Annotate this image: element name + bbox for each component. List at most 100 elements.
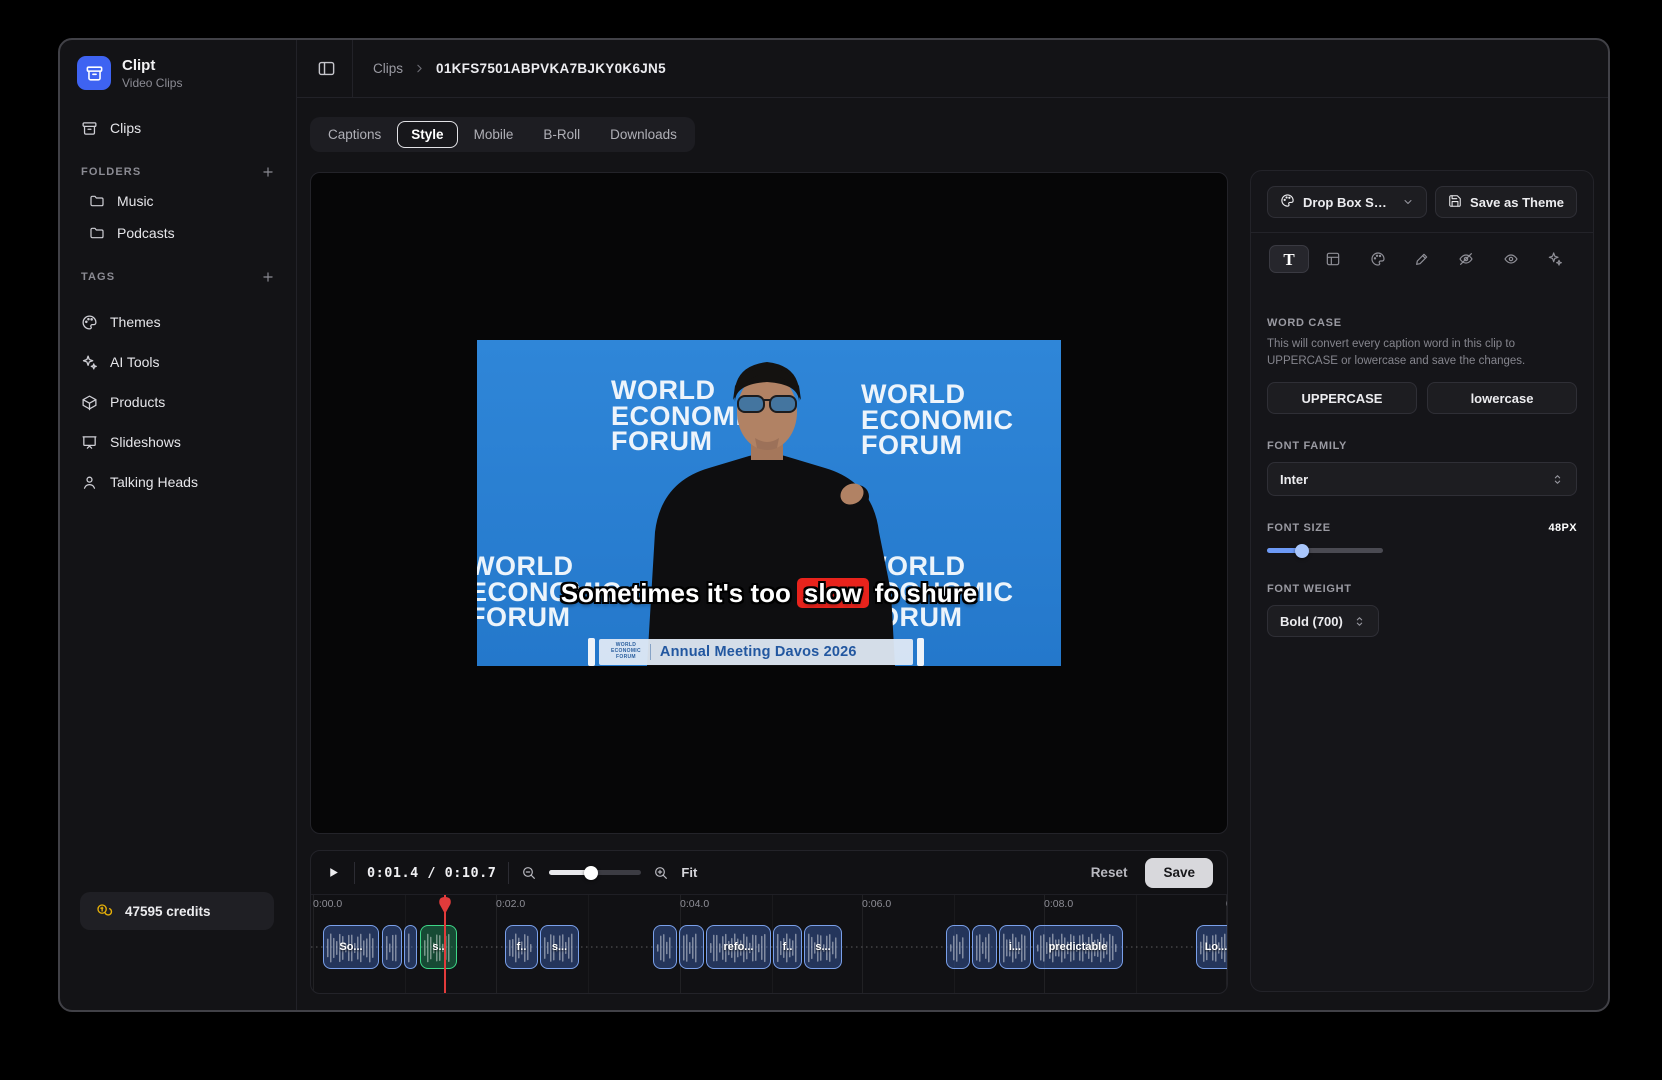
credits-pill[interactable]: 47595 credits — [80, 892, 274, 930]
sidebar-item-ai-tools[interactable]: AI Tools — [74, 342, 282, 382]
sidebar-item-clips[interactable]: Clips — [74, 112, 282, 144]
ruler-label: 0:02.0 — [496, 898, 525, 910]
sidebar-item-products[interactable]: Products — [74, 382, 282, 422]
timeline-word-clip[interactable] — [653, 925, 677, 969]
ruler-label: 0:04.0 — [680, 898, 709, 910]
timeline-word-clip[interactable] — [972, 925, 997, 969]
text-tool-icon: T — [1283, 251, 1294, 268]
text-tool-tab[interactable]: T — [1269, 245, 1309, 273]
folders-title: FOLDERS — [81, 166, 141, 178]
add-tag-button[interactable] — [261, 270, 275, 284]
sparkles-icon — [1547, 251, 1563, 267]
theme-select-dropdown[interactable]: Drop Box Shad... — [1267, 186, 1427, 218]
timeline-word-clip[interactable] — [382, 925, 402, 969]
reset-button[interactable]: Reset — [1091, 865, 1128, 880]
timeline-word-clip[interactable]: i... — [999, 925, 1031, 969]
sidebar-item-folder-music[interactable]: Music — [74, 185, 282, 217]
video-preview[interactable]: WORLDECONOMICFORUM WORLDECONOMICFORUM WO… — [310, 172, 1228, 834]
font-weight-select[interactable]: Bold (700) — [1267, 605, 1379, 637]
save-as-theme-button[interactable]: Save as Theme — [1435, 186, 1577, 218]
word-case-description: This will convert every caption word in … — [1267, 336, 1577, 369]
caption-highlighted-word: slow — [797, 578, 869, 608]
zoom-in-icon[interactable] — [653, 865, 669, 881]
ruler-label: 0:10.0 — [1226, 898, 1227, 910]
sidebar-item-label: Clips — [110, 120, 141, 136]
timeline-lane[interactable]: 0:00.00:02.00:04.00:06.00:08.00:10.0So..… — [311, 895, 1227, 994]
breadcrumb-clips-link[interactable]: Clips — [373, 61, 403, 76]
effects-tool-tab[interactable] — [1535, 245, 1575, 273]
timeline-word-clip[interactable] — [946, 925, 970, 969]
timeline-panel: 0:01.4 / 0:10.7 Fit Reset Save — [310, 850, 1228, 994]
palette-tool-tab[interactable] — [1358, 245, 1398, 273]
sidebar-item-label: Themes — [110, 314, 161, 330]
uppercase-button[interactable]: UPPERCASE — [1267, 382, 1417, 414]
timeline-word-clip[interactable]: s.. — [420, 925, 457, 969]
tags-section-header: TAGS — [74, 264, 282, 290]
highlighter-tool-tab[interactable] — [1402, 245, 1442, 273]
sidebar-item-label: Products — [110, 394, 165, 410]
save-button[interactable]: Save — [1145, 858, 1213, 888]
font-size-slider-thumb[interactable] — [1295, 544, 1309, 558]
app-window: Clipt Video Clips Clips FOLDERS — [58, 38, 1610, 1012]
tab-mobile[interactable]: Mobile — [460, 121, 528, 148]
font-size-label: FONT SIZE — [1267, 522, 1331, 534]
timeline-word-clip[interactable]: f.. — [505, 925, 538, 969]
timeline-word-clip[interactable]: Lo... — [1196, 925, 1227, 969]
person-icon — [81, 474, 98, 491]
zoom-slider-thumb[interactable] — [584, 866, 598, 880]
theme-select-value: Drop Box Shad... — [1303, 195, 1394, 210]
sidebar-item-label: Slideshows — [110, 434, 181, 450]
timeline-word-clip[interactable]: f.. — [773, 925, 802, 969]
tab-style[interactable]: Style — [397, 121, 457, 148]
tab-captions[interactable]: Captions — [314, 121, 395, 148]
sidebar-toggle-button[interactable] — [317, 59, 336, 78]
timeline-word-clip[interactable]: So... — [323, 925, 379, 969]
folders-section-header: FOLDERS — [74, 159, 282, 185]
timeline-zoom-slider[interactable] — [549, 870, 641, 875]
layout-icon — [1325, 251, 1341, 267]
save-icon — [1448, 194, 1462, 211]
sidebar-item-label: Talking Heads — [110, 474, 198, 490]
highlighter-icon — [1414, 251, 1430, 267]
timeline-word-clip[interactable]: refo... — [706, 925, 771, 969]
speaker-figure — [477, 340, 1061, 666]
word-case-title: WORD CASE — [1267, 317, 1577, 329]
zoom-out-icon[interactable] — [521, 865, 537, 881]
timeline-word-clip[interactable] — [404, 925, 417, 969]
fit-button[interactable]: Fit — [681, 865, 697, 880]
playhead[interactable] — [444, 895, 446, 994]
tab-downloads[interactable]: Downloads — [596, 121, 691, 148]
sparkles-icon — [81, 354, 98, 371]
event-banner: WORLDECONOMICFORUM Annual Meeting Davos … — [599, 639, 913, 665]
play-button[interactable] — [325, 864, 342, 881]
transport-divider — [354, 862, 355, 884]
timeline-word-clip[interactable]: s... — [804, 925, 842, 969]
sidebar-item-folder-podcasts[interactable]: Podcasts — [74, 217, 282, 249]
tab-broll[interactable]: B-Roll — [529, 121, 594, 148]
breadcrumb: Clips 01KFS7501ABPVKA7BJKY0K6JN5 — [373, 61, 666, 76]
editor-tabs: Captions Style Mobile B-Roll Downloads — [310, 117, 695, 152]
add-folder-button[interactable] — [261, 165, 275, 179]
sidebar-item-themes[interactable]: Themes — [74, 302, 282, 342]
sidebar-item-slideshows[interactable]: Slideshows — [74, 422, 282, 462]
app-tagline: Video Clips — [122, 76, 182, 90]
wef-banner-logo: WORLDECONOMICFORUM — [611, 643, 641, 660]
sidebar-item-talking-heads[interactable]: Talking Heads — [74, 462, 282, 502]
chevron-down-icon — [1402, 196, 1414, 208]
font-family-select[interactable]: Inter — [1267, 462, 1577, 496]
timeline-word-clip[interactable]: predictable — [1033, 925, 1123, 969]
banner-title: Annual Meeting Davos 2026 — [660, 644, 857, 660]
timeline-word-clip[interactable] — [679, 925, 704, 969]
font-family-value: Inter — [1280, 472, 1308, 487]
folder-icon — [89, 225, 105, 241]
credits-label: 47595 credits — [125, 904, 211, 919]
layout-tool-tab[interactable] — [1313, 245, 1353, 273]
preview-tool-tab[interactable] — [1491, 245, 1531, 273]
timeline-word-clip[interactable]: s... — [540, 925, 579, 969]
lowercase-button[interactable]: lowercase — [1427, 382, 1577, 414]
hide-captions-tool-tab[interactable] — [1446, 245, 1486, 273]
font-size-slider[interactable] — [1267, 548, 1383, 553]
tags-title: TAGS — [81, 271, 115, 283]
folder-label: Podcasts — [117, 225, 175, 241]
eye-off-icon — [1458, 251, 1474, 267]
